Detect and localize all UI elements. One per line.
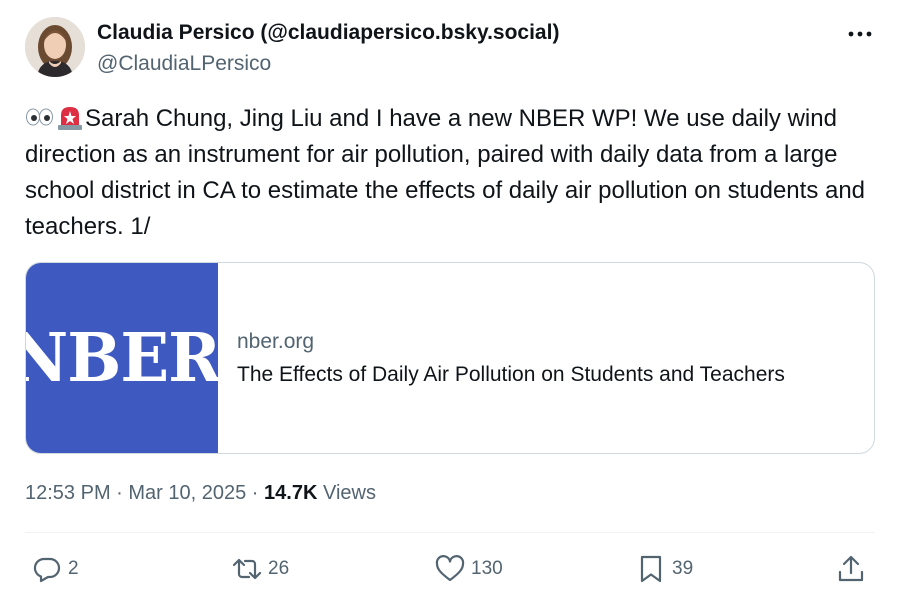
tweet-text: Sarah Chung, Jing Liu and I have a new N… (25, 101, 875, 245)
eyes-emoji-icon (26, 108, 53, 126)
share-button[interactable] (835, 553, 867, 585)
tweet-date[interactable]: Mar 10, 2025 (128, 482, 246, 504)
card-title: The Effects of Daily Air Pollution on St… (237, 363, 785, 386)
more-options-button[interactable] (846, 22, 874, 46)
meta-separator: · (110, 482, 129, 504)
card-domain: nber.org (237, 330, 315, 353)
reply-icon (33, 557, 61, 583)
link-card[interactable]: NBER nber.org The Effects of Daily Air P… (25, 262, 875, 454)
meta-separator: · (246, 482, 265, 504)
reply-count: 2 (68, 558, 79, 579)
avatar[interactable] (25, 17, 85, 77)
card-image: NBER (26, 263, 218, 453)
like-button[interactable]: 130 (434, 553, 503, 585)
repost-button[interactable]: 26 (231, 553, 289, 585)
author-display-name[interactable]: Claudia Persico (@claudiapersico.bsky.so… (97, 21, 559, 45)
tweet-body: Sarah Chung, Jing Liu and I have a new N… (25, 105, 866, 240)
bookmark-button[interactable]: 39 (635, 553, 693, 585)
repost-icon (232, 558, 262, 580)
views-label: Views (317, 482, 376, 504)
reply-button[interactable]: 2 (31, 553, 79, 585)
tweet-time[interactable]: 12:53 PM (25, 482, 111, 504)
bookmark-icon (640, 555, 662, 583)
views-count: 14.7K (264, 482, 318, 504)
like-count: 130 (471, 558, 503, 579)
share-icon (838, 555, 864, 582)
bookmark-count: 39 (672, 558, 694, 579)
tweet: Claudia Persico (@claudiapersico.bsky.so… (0, 0, 898, 604)
repost-count: 26 (268, 558, 290, 579)
divider (25, 532, 875, 533)
tweet-meta: 12:53 PM · Mar 10, 2025 · 14.7K Views (25, 482, 376, 505)
heart-icon (435, 555, 465, 582)
nber-logo-text: NBER (26, 318, 218, 398)
rotating-light-emoji-icon (58, 107, 82, 130)
more-icon (848, 31, 872, 37)
author-handle[interactable]: @ClaudiaLPersico (97, 52, 271, 76)
